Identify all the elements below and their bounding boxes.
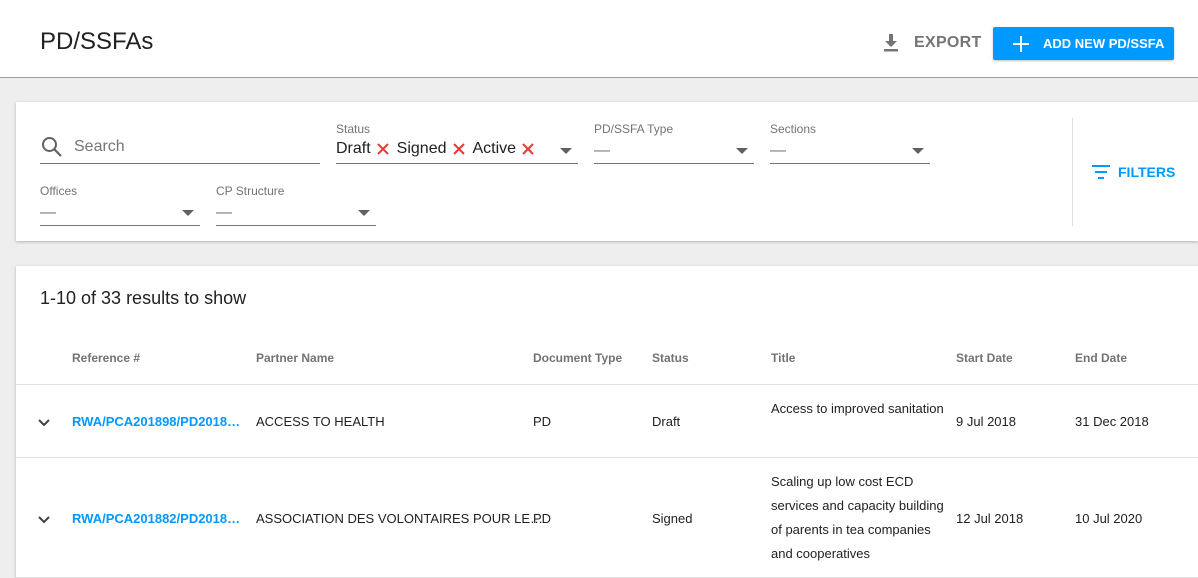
document-type: PD (533, 414, 552, 429)
chevron-down-icon (182, 210, 194, 216)
column-header-status[interactable]: Status (652, 351, 689, 365)
page-title: PD/SSFAs (40, 28, 154, 55)
download-icon (884, 34, 898, 52)
partner-name: ACCESS TO HEALTH (256, 414, 385, 429)
vertical-divider (1072, 118, 1073, 226)
column-header-partner-name[interactable]: Partner Name (256, 351, 334, 365)
chevron-down-icon (358, 210, 370, 216)
document-type: PD (533, 511, 552, 526)
cp-structure-label: CP Structure (216, 184, 285, 198)
column-header-document-type[interactable]: Document Type (533, 351, 622, 365)
status-chips: Draft Signed Active (336, 140, 542, 158)
status-value: Draft (652, 414, 681, 429)
results-count: 1-10 of 33 results to show (40, 288, 247, 308)
table-row: RWA/PCA201898/PD2018… ACCESS TO HEALTH P… (16, 385, 1198, 458)
remove-chip-icon[interactable] (452, 143, 465, 155)
sections-dropdown[interactable]: Sections — (770, 122, 930, 164)
column-header-end-date[interactable]: End Date (1075, 351, 1127, 365)
start-date: 12 Jul 2018 (956, 511, 1024, 526)
column-header-title[interactable]: Title (771, 351, 795, 365)
pd-ssfa-type-dropdown[interactable]: PD/SSFA Type — (594, 122, 754, 164)
chip-label: Draft (336, 140, 371, 157)
column-header-reference[interactable]: Reference # (72, 351, 140, 365)
search-icon (42, 137, 62, 157)
chevron-down-icon (736, 148, 748, 154)
search-input[interactable] (74, 138, 314, 156)
status-chip-draft: Draft (336, 140, 389, 158)
status-chip-signed: Signed (397, 140, 465, 158)
partner-name: ASSOCIATION DES VOLONTAIRES POUR LE… (256, 511, 544, 526)
search-field (40, 132, 320, 164)
filters-label: FILTERS (1118, 164, 1176, 180)
chevron-down-icon (912, 148, 924, 154)
status-filter-dropdown[interactable]: Status Draft Signed Active (336, 122, 578, 164)
end-date: 31 Dec 2018 (1075, 414, 1149, 429)
start-date: 9 Jul 2018 (956, 414, 1016, 429)
chip-label: Active (472, 140, 517, 157)
results-table: 1-10 of 33 results to show Reference # P… (16, 266, 1198, 578)
filter-list-icon (1092, 165, 1110, 179)
add-new-label: ADD NEW PD/SSFA (1043, 36, 1165, 51)
chevron-down-icon (560, 148, 572, 154)
title-value: Scaling up low cost ECD services and cap… (771, 474, 944, 561)
offices-value: — (40, 204, 56, 221)
expand-row-icon[interactable] (38, 414, 50, 432)
chip-label: Signed (396, 140, 447, 157)
column-header-start-date[interactable]: Start Date (956, 351, 1013, 365)
cp-structure-value: — (216, 204, 232, 221)
sections-label: Sections (770, 122, 817, 136)
filters-button[interactable]: FILTERS (1092, 164, 1175, 180)
remove-chip-icon[interactable] (376, 143, 389, 155)
add-new-pd-ssfa-button[interactable]: ADD NEW PD/SSFA (993, 27, 1174, 60)
export-button[interactable]: EXPORT (882, 30, 982, 56)
table-row: RWA/PCA201882/PD2018… ASSOCIATION DES VO… (16, 458, 1198, 578)
status-value: Signed (652, 511, 693, 526)
plus-icon (1013, 35, 1029, 52)
status-filter-label: Status (336, 122, 371, 136)
offices-dropdown[interactable]: Offices — (40, 184, 200, 226)
cp-structure-dropdown[interactable]: CP Structure — (216, 184, 376, 226)
filter-panel: Status Draft Signed Active (16, 102, 1198, 241)
export-label: EXPORT (914, 34, 982, 51)
end-date: 10 Jul 2020 (1075, 511, 1143, 526)
expand-row-icon[interactable] (38, 511, 50, 529)
pd-ssfa-type-value: — (594, 142, 610, 159)
offices-label: Offices (40, 184, 78, 198)
reference-link[interactable]: RWA/PCA201882/PD2018… (72, 511, 240, 526)
title-value: Access to improved sanitation (771, 401, 944, 416)
remove-chip-icon[interactable] (522, 143, 534, 155)
page-header: PD/SSFAs EXPORT ADD NEW PD/SSFA (0, 0, 1198, 78)
status-chip-active: Active (473, 140, 535, 158)
pd-ssfa-type-label: PD/SSFA Type (594, 122, 674, 136)
reference-link[interactable]: RWA/PCA201898/PD2018… (72, 414, 240, 429)
sections-value: — (770, 142, 786, 159)
